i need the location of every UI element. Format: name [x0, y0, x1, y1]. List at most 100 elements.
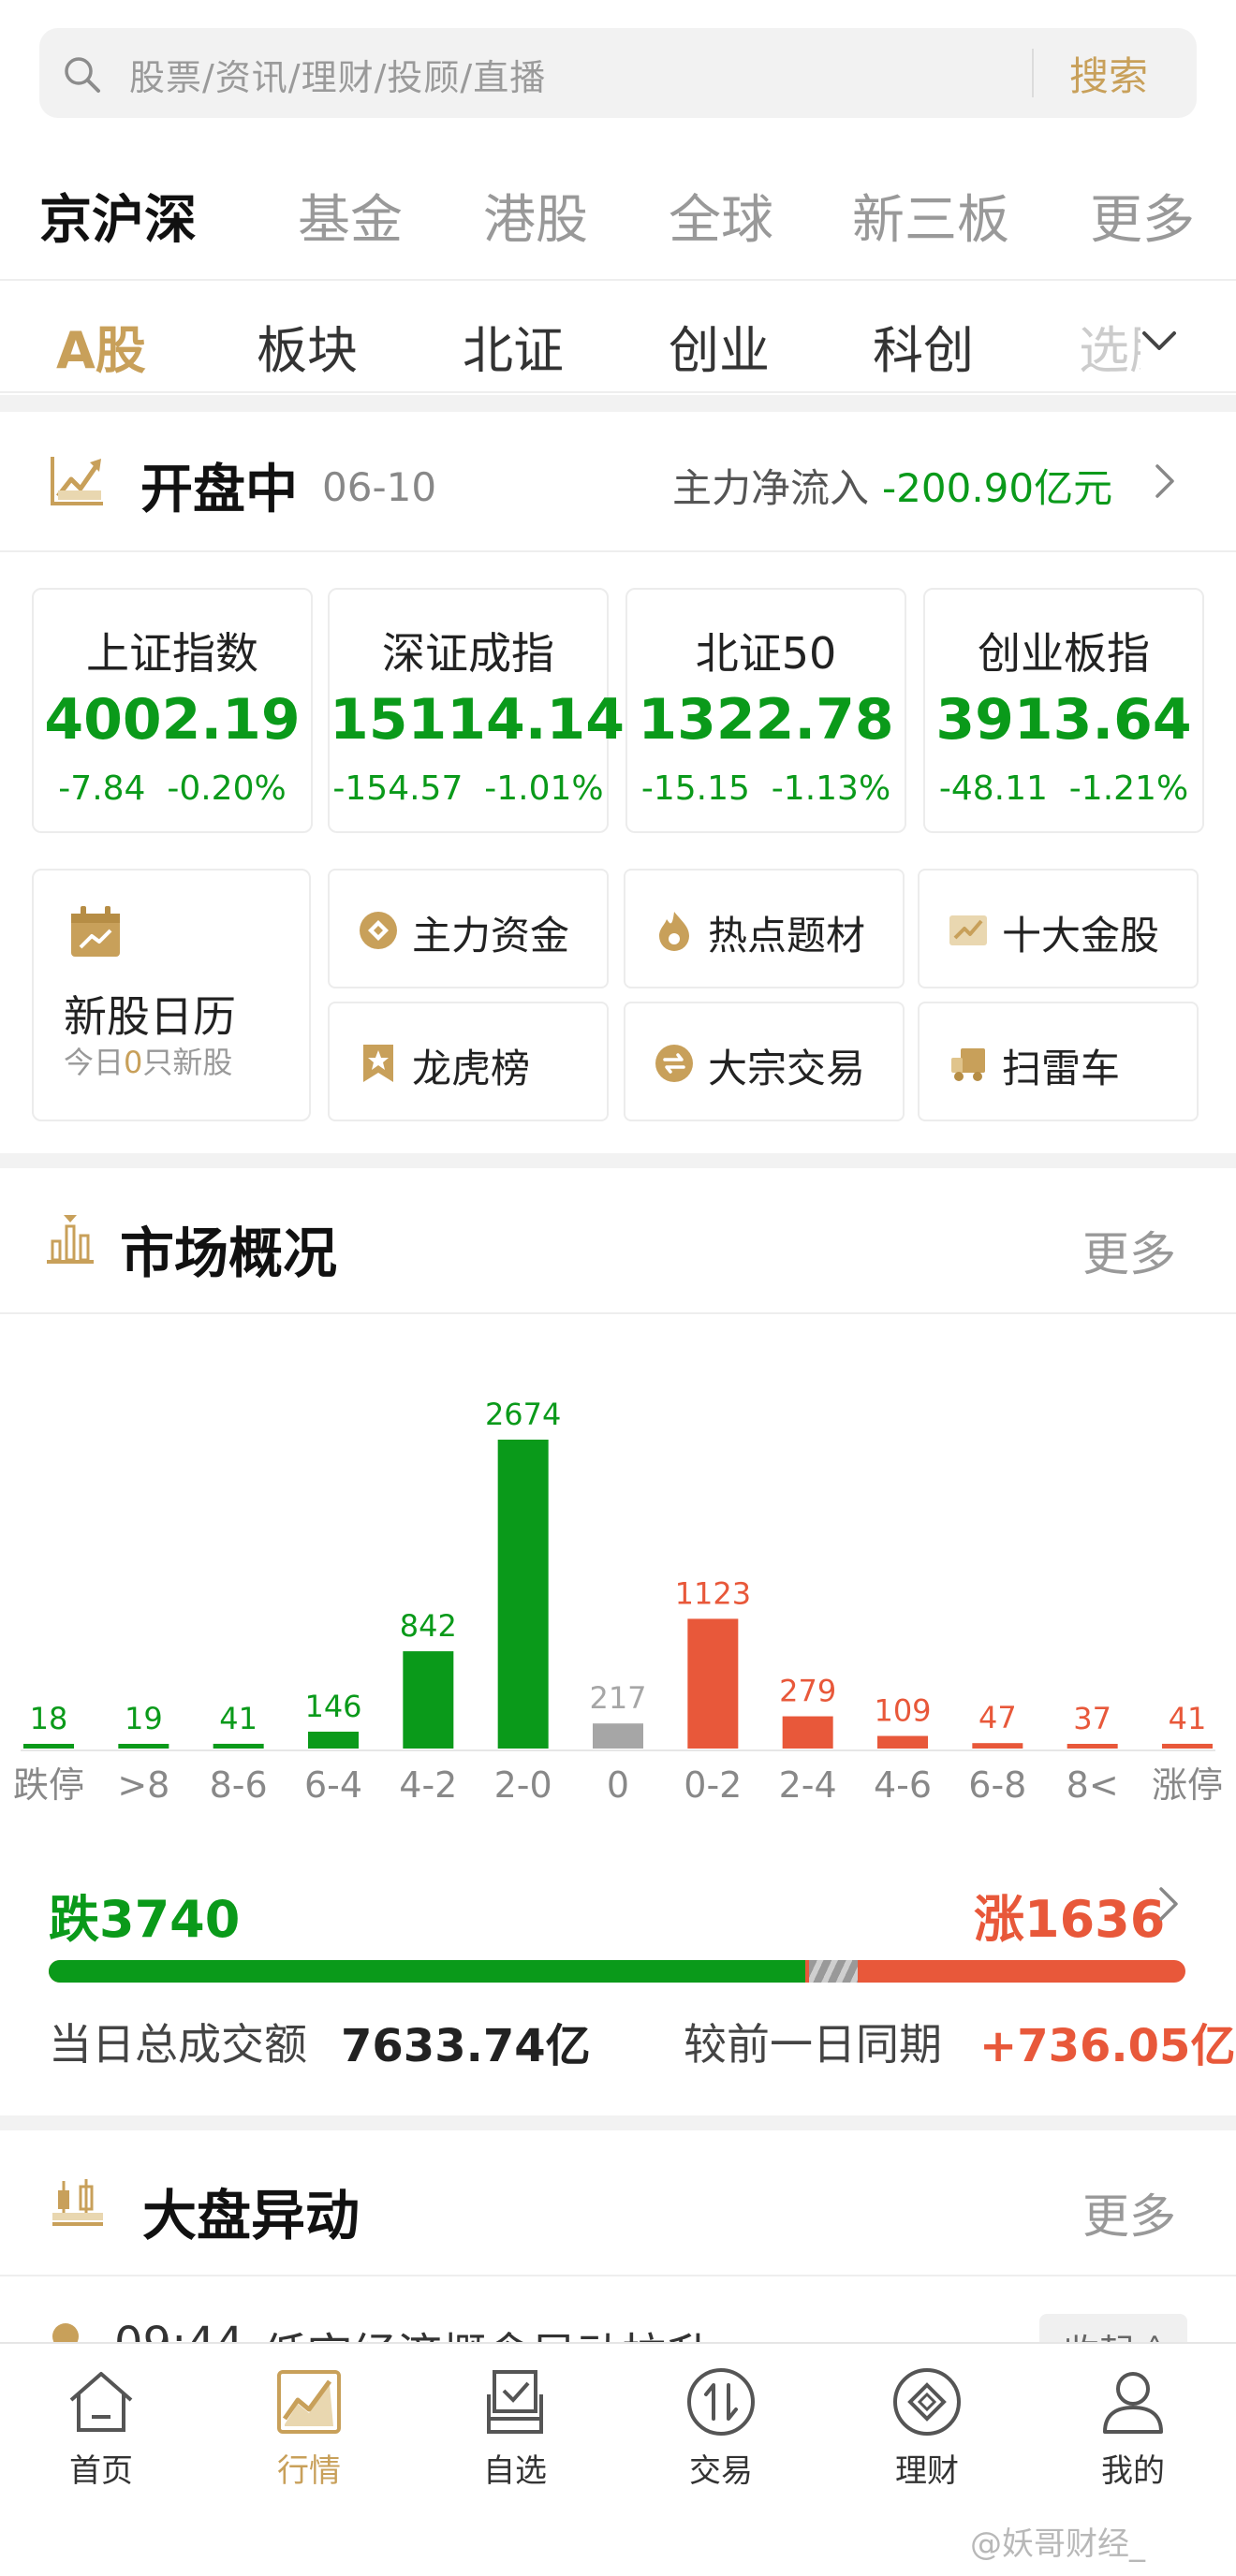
nav-trade[interactable]: 交易: [646, 2366, 796, 2491]
chevron-right-icon[interactable]: [1154, 462, 1178, 500]
chart-category-label: 0: [607, 1764, 629, 1806]
chart-bar: [877, 1735, 928, 1749]
home-icon: [69, 2372, 133, 2432]
tab-fund[interactable]: 基金: [298, 178, 403, 254]
quotes-chart-icon: [277, 2370, 341, 2434]
tool-block-trade[interactable]: 大宗交易: [624, 1002, 905, 1121]
index-card-bse50[interactable]: 北证50 1322.78 -15.15 -1.13%: [625, 588, 906, 833]
index-value: 4002.19: [44, 687, 301, 753]
abnormal-list-item[interactable]: 09:44 低空经济概念异动拉升 收起 ˄: [0, 2276, 1236, 2342]
chart-data-label: 109: [874, 1693, 931, 1729]
calendar-icon: [71, 906, 120, 957]
index-change: -15.15 -1.13%: [640, 769, 891, 808]
sub-tab-screener[interactable]: 选股: [1079, 309, 1140, 383]
watermark: @妖哥财经_: [970, 2525, 1145, 2563]
advance-count[interactable]: 涨1636: [974, 1878, 1165, 1952]
chart-category-label: 涨停: [1152, 1764, 1223, 1806]
nav-profile[interactable]: 我的: [1058, 2366, 1208, 2491]
tool-minesweeper[interactable]: 扫雷车: [918, 1002, 1199, 1121]
index-name: 北证50: [695, 628, 837, 679]
tool-hot-topics[interactable]: 热点题材: [624, 869, 905, 988]
tool-label: 扫雷车: [1002, 1046, 1121, 1091]
chart-data-label: 47: [978, 1700, 1017, 1735]
search-input[interactable]: 股票/资讯/理财/投顾/直播: [129, 49, 546, 100]
chart-bar: [497, 1440, 549, 1749]
chart-bar: [403, 1651, 454, 1749]
tool-dragon-tiger[interactable]: 龙虎榜: [328, 1002, 609, 1121]
ipo-calendar-subtitle: 今日0只新股: [64, 1045, 233, 1080]
overview-more-link[interactable]: 更多: [1082, 1217, 1176, 1284]
market-tabs: 京沪深 基金 港股 全球 新三板 更多: [0, 168, 1236, 281]
chevron-down-icon[interactable]: [1140, 328, 1178, 356]
breadth-ratio-bar: [49, 1960, 1185, 1983]
candlestick-icon: [52, 2179, 103, 2226]
chart-bar: [1162, 1743, 1213, 1749]
index-card-chinext[interactable]: 创业板指 3913.64 -48.11 -1.21%: [923, 588, 1204, 833]
chart-bar: [213, 1743, 264, 1749]
tab-neeq[interactable]: 新三板: [852, 178, 1009, 254]
chart-category-label: 2-4: [779, 1764, 837, 1806]
chart-data-label: 146: [304, 1689, 361, 1724]
chart-bar: [118, 1744, 169, 1749]
decline-count: 跌3740: [49, 1890, 241, 1949]
nav-label: 自选: [483, 2452, 547, 2490]
tool-main-fund[interactable]: 主力资金: [328, 869, 609, 988]
tab-hk[interactable]: 港股: [483, 178, 588, 254]
watchlist-icon: [487, 2370, 543, 2434]
tab-jinghushen[interactable]: 京沪深: [39, 178, 197, 254]
chart-category-label: 8-6: [210, 1764, 268, 1806]
tool-top-ten-stocks[interactable]: 十大金股: [918, 869, 1199, 988]
index-change: -154.57 -1.01%: [332, 769, 604, 808]
index-card-shanghai[interactable]: 上证指数 4002.19 -7.84 -0.20%: [32, 588, 313, 833]
section-gap: [0, 1153, 1236, 1168]
nav-watchlist[interactable]: 自选: [440, 2366, 590, 2491]
trend-chart-icon: [51, 457, 103, 505]
sub-tab-a-share[interactable]: A股: [56, 309, 146, 383]
distribution-chart: 18 跌停 19 >8 41 8-6 146 6-4 842 4-2 2674 2-0 217 0 1123…: [0, 1314, 1236, 1838]
chart-category-label: >8: [117, 1764, 169, 1806]
index-value: 3913.64: [935, 687, 1192, 753]
chart-category-label: 8<: [1067, 1764, 1119, 1806]
event-text: 低空经济概念异动拉升: [262, 2318, 712, 2342]
chart-data-label: 2674: [485, 1397, 561, 1432]
index-value: 1322.78: [638, 687, 894, 753]
chart-category-label: 6-4: [304, 1764, 362, 1806]
tab-global[interactable]: 全球: [669, 178, 773, 254]
index-card-shenzhen[interactable]: 深证成指 15114.14 -154.57 -1.01%: [328, 588, 625, 833]
timeline-dot: [52, 2323, 79, 2342]
nav-quotes[interactable]: 行情: [234, 2366, 384, 2491]
chart-category-label: 4-6: [874, 1764, 932, 1806]
nav-label: 理财: [895, 2452, 959, 2490]
ipo-calendar-card[interactable]: 新股日历 今日0只新股: [32, 869, 311, 1121]
search-button[interactable]: 搜索: [1069, 45, 1148, 102]
nav-home[interactable]: 首页: [26, 2366, 176, 2491]
abnormal-more-link[interactable]: 更多: [1082, 2179, 1176, 2247]
index-change: -48.11 -1.21%: [938, 769, 1189, 808]
section-gap: [0, 395, 1236, 412]
index-change: -7.84 -0.20%: [58, 769, 287, 808]
ipo-calendar-title: 新股日历: [64, 991, 236, 1042]
chart-category-label: 0-2: [684, 1764, 742, 1806]
coin-icon: [360, 912, 397, 949]
search-bar[interactable]: 股票/资讯/理财/投顾/直播 搜索: [39, 28, 1197, 118]
turnover-value: 7633.74亿: [341, 2020, 591, 2072]
nav-wealth[interactable]: 理财: [852, 2366, 1002, 2491]
nav-label: 我的: [1101, 2452, 1165, 2490]
collapse-button[interactable]: 收起 ˄: [1039, 2314, 1187, 2342]
sub-tab-sector[interactable]: 板块: [257, 309, 358, 383]
distribution-chart-svg: 18 跌停 19 >8 41 8-6 146 6-4 842 4-2 2674 2-0 217 0 1123…: [13, 1397, 1223, 1806]
sub-tab-chinext[interactable]: 创业: [669, 309, 770, 383]
sub-tab-star[interactable]: 科创: [873, 309, 974, 383]
ratio-flat-segment: [808, 1960, 858, 1983]
main-flow-label: 主力净流入: [672, 465, 870, 511]
tab-more[interactable]: 更多: [1090, 178, 1195, 254]
market-open-header[interactable]: 开盘中 06-10 主力净流入 -200.90亿元: [0, 412, 1236, 552]
index-name: 深证成指: [382, 628, 554, 679]
chevron-right-icon[interactable]: [1157, 1885, 1182, 1923]
sub-tabs: A股 板块 北证 创业 科创 选股: [0, 281, 1236, 393]
chart-data-label: 279: [779, 1674, 836, 1709]
search-icon: [65, 57, 100, 93]
bar-chart-icon: [47, 1215, 94, 1264]
chart-category-label: 4-2: [399, 1764, 457, 1806]
sub-tab-bse[interactable]: 北证: [463, 309, 564, 383]
